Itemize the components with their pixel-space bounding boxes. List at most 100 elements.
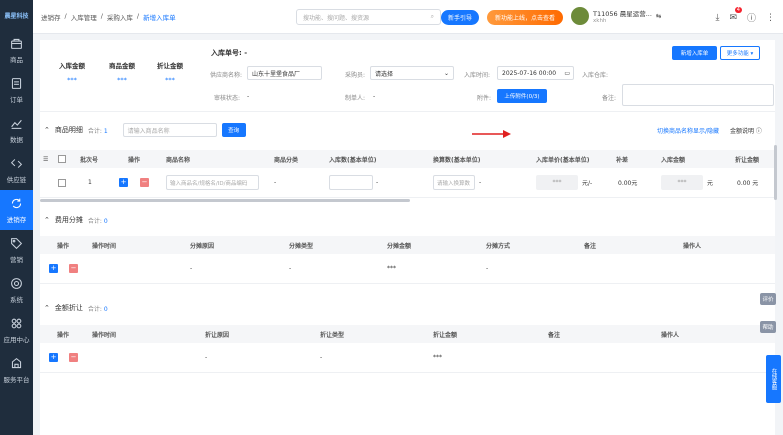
products-table-header: ☰ 批次号 操作 商品名称 商品分类 入库数(基本单位) 换算数(基本单位) 入… xyxy=(40,150,775,168)
discounts-table: 操作 操作时间 折让原因 折让类型 折让金额 备注 操作人 + − - - **… xyxy=(40,325,775,373)
sidebar-item[interactable]: 数据 xyxy=(0,110,33,150)
supplier-label: 供应商名称: xyxy=(210,72,243,79)
upload-attachment-button[interactable]: 上传附件(0/3) xyxy=(497,89,547,103)
breadcrumb-item[interactable]: 采购入库 xyxy=(107,12,133,22)
header-actions: ⤓ ✉ 4 ⓘ ⋮ xyxy=(715,6,775,24)
discounts-section-header: ⌃ 金额折让 合计: 0 xyxy=(40,298,775,318)
sidebar-item[interactable]: 营销 xyxy=(0,230,33,270)
delete-row-icon[interactable]: − xyxy=(140,178,149,187)
collapse-icon[interactable]: ⌃ xyxy=(44,216,50,224)
user-profile[interactable]: T11056 晨星运营... xkhh ⇆ xyxy=(571,7,661,25)
add-row-icon[interactable]: + xyxy=(119,178,128,187)
row-index: 1 xyxy=(88,179,92,186)
guide-button[interactable]: 新手引导 xyxy=(441,10,480,25)
delete-row-icon[interactable]: − xyxy=(69,353,78,362)
help-button[interactable]: 帮助 xyxy=(760,321,776,333)
product-name-input[interactable]: 输入商品名/规格名/ID/商品编码 xyxy=(166,175,259,190)
amount-input[interactable]: *** xyxy=(661,175,703,190)
list-settings-icon[interactable]: ☰ xyxy=(43,156,48,163)
breadcrumb-item[interactable]: 入库管理 xyxy=(71,12,97,22)
breadcrumb-current: 新增入库单 xyxy=(143,13,176,22)
collapse-icon[interactable]: ⌃ xyxy=(44,304,50,312)
discounts-count: 合计: 0 xyxy=(87,305,108,313)
more-icon[interactable]: ⋮ xyxy=(766,13,775,23)
order-number: 入库单号: - xyxy=(211,49,248,57)
row-amount-unit: 元 xyxy=(707,180,714,187)
notification-icon[interactable]: ✉ 4 xyxy=(729,6,742,23)
delete-row-icon[interactable]: − xyxy=(69,264,78,273)
document-icon xyxy=(10,77,23,92)
feedback-button[interactable]: 评价 xyxy=(760,293,776,305)
switch-icon[interactable]: ⇆ xyxy=(656,12,661,20)
select-all-checkbox[interactable] xyxy=(58,155,66,163)
add-row-icon[interactable]: + xyxy=(49,264,58,273)
sidebar-item[interactable]: 商品 xyxy=(0,30,33,70)
notification-badge: 4 xyxy=(734,6,742,13)
amount-help-link[interactable]: 金额说明 ⓘ xyxy=(730,126,762,135)
row-checkbox[interactable] xyxy=(58,179,66,187)
sidebar-item[interactable]: 应用中心 xyxy=(0,310,33,350)
buyer-label: 采购员: xyxy=(345,72,366,79)
horizontal-scrollbar[interactable] xyxy=(40,199,410,202)
table-row: 1 + − 输入商品名/规格名/ID/商品编码 - - 请输入换算数 - ***… xyxy=(40,168,775,198)
add-row-icon[interactable]: + xyxy=(49,353,58,362)
convert-input[interactable]: 请输入换算数 xyxy=(433,175,475,190)
date-input[interactable]: 2025-07-16 00:00 ▭ xyxy=(497,66,574,80)
toggle-name-link[interactable]: 切换商品名称显示/隐藏 xyxy=(657,126,719,135)
sidebar-item[interactable]: 服务平台 xyxy=(0,350,33,390)
sidebar-item[interactable]: 供应链 xyxy=(0,150,33,190)
table-row: + − - - *** - xyxy=(40,254,775,284)
sidebar-item[interactable]: 进销存 xyxy=(0,190,33,230)
sidebar-item-label: 应用中心 xyxy=(3,335,30,344)
cycle-icon xyxy=(10,197,23,212)
product-search-button[interactable]: 查询 xyxy=(221,123,246,137)
sidebar: 晨星科技 商品 订单 数据 供应链 进销存 营销 系统 应用中心 服务平台 xyxy=(0,0,33,435)
row-discount: 0.00 元 xyxy=(737,180,759,187)
vertical-scrollbar[interactable] xyxy=(774,145,777,200)
products-table: ☰ 批次号 操作 商品名称 商品分类 入库数(基本单位) 换算数(基本单位) 入… xyxy=(40,150,775,198)
remark-input[interactable] xyxy=(622,84,774,106)
box-icon xyxy=(10,37,23,52)
discounts-table-header: 操作 操作时间 折让原因 折让类型 折让金额 备注 操作人 xyxy=(40,325,775,343)
products-title: 商品明细 xyxy=(54,126,83,134)
app-root: 晨星科技 商品 订单 数据 供应链 进销存 营销 系统 应用中心 服务平台 进销存 / 入库管理 /… xyxy=(0,0,783,435)
row-category: - xyxy=(274,179,277,186)
costs-table-header: 操作 操作时间 分摊原因 分摊类型 分摊金额 分摊方式 备注 操作人 xyxy=(40,236,775,254)
row-convert-unit: - xyxy=(479,179,482,186)
summary-goods-amount: 商品金额 *** xyxy=(109,62,135,84)
discounts-title: 金额折让 xyxy=(54,304,83,312)
global-search-input[interactable]: 搜功能、搜问题、搜资源 ⌕ xyxy=(296,9,441,25)
costs-table: 操作 操作时间 分摊原因 分摊类型 分摊金额 分摊方式 备注 操作人 + − -… xyxy=(40,236,775,284)
tag-icon xyxy=(10,237,23,252)
download-icon[interactable]: ⤓ xyxy=(715,13,719,23)
promo-button[interactable]: 新功能上线，点击查看 xyxy=(487,10,564,25)
breadcrumb: 进销存 / 入库管理 / 采购入库 / 新增入库单 xyxy=(41,11,176,22)
main-content: 入库金额 *** 商品金额 *** 折让金额 *** 入库单号: - 供应商名称… xyxy=(40,40,775,435)
warehouse-label: 入库仓库: xyxy=(582,72,609,79)
date-label: 入库时间: xyxy=(464,72,491,79)
more-actions-button[interactable]: 更多功能 ▾ xyxy=(720,46,760,60)
search-icon[interactable]: ⌕ xyxy=(431,13,434,21)
costs-count: 合计: 0 xyxy=(87,217,108,225)
breadcrumb-item[interactable]: 进销存 xyxy=(41,12,61,22)
sidebar-item[interactable]: 订单 xyxy=(0,70,33,110)
sidebar-item-label: 订单 xyxy=(10,95,23,104)
collapse-icon[interactable]: ⌃ xyxy=(44,126,50,134)
sidebar-item-label: 服务平台 xyxy=(3,375,30,384)
sidebar-item[interactable]: 系统 xyxy=(0,270,33,310)
chevron-down-icon: ⌄ xyxy=(443,69,449,77)
help-icon[interactable]: ⓘ xyxy=(747,11,756,24)
status-value: - xyxy=(247,93,250,100)
customer-service-button[interactable]: 在线客服 xyxy=(766,355,781,403)
supplier-input[interactable]: 山东十里堡食品厂 xyxy=(247,66,322,80)
summary-inbound-amount: 入库金额 *** xyxy=(59,62,85,84)
buyer-select[interactable]: 请选择 ⌄ xyxy=(370,66,454,80)
sidebar-item-label: 数据 xyxy=(10,135,23,144)
apps-icon xyxy=(10,317,23,332)
costs-title: 费用分摊 xyxy=(54,216,83,224)
price-input[interactable]: *** xyxy=(536,175,578,190)
qty-input[interactable] xyxy=(329,175,373,190)
product-search-input[interactable]: 请输入商品名称 xyxy=(122,123,217,137)
add-order-button[interactable]: 新增入库单 xyxy=(672,46,717,60)
row-qty-unit: - xyxy=(376,179,379,186)
